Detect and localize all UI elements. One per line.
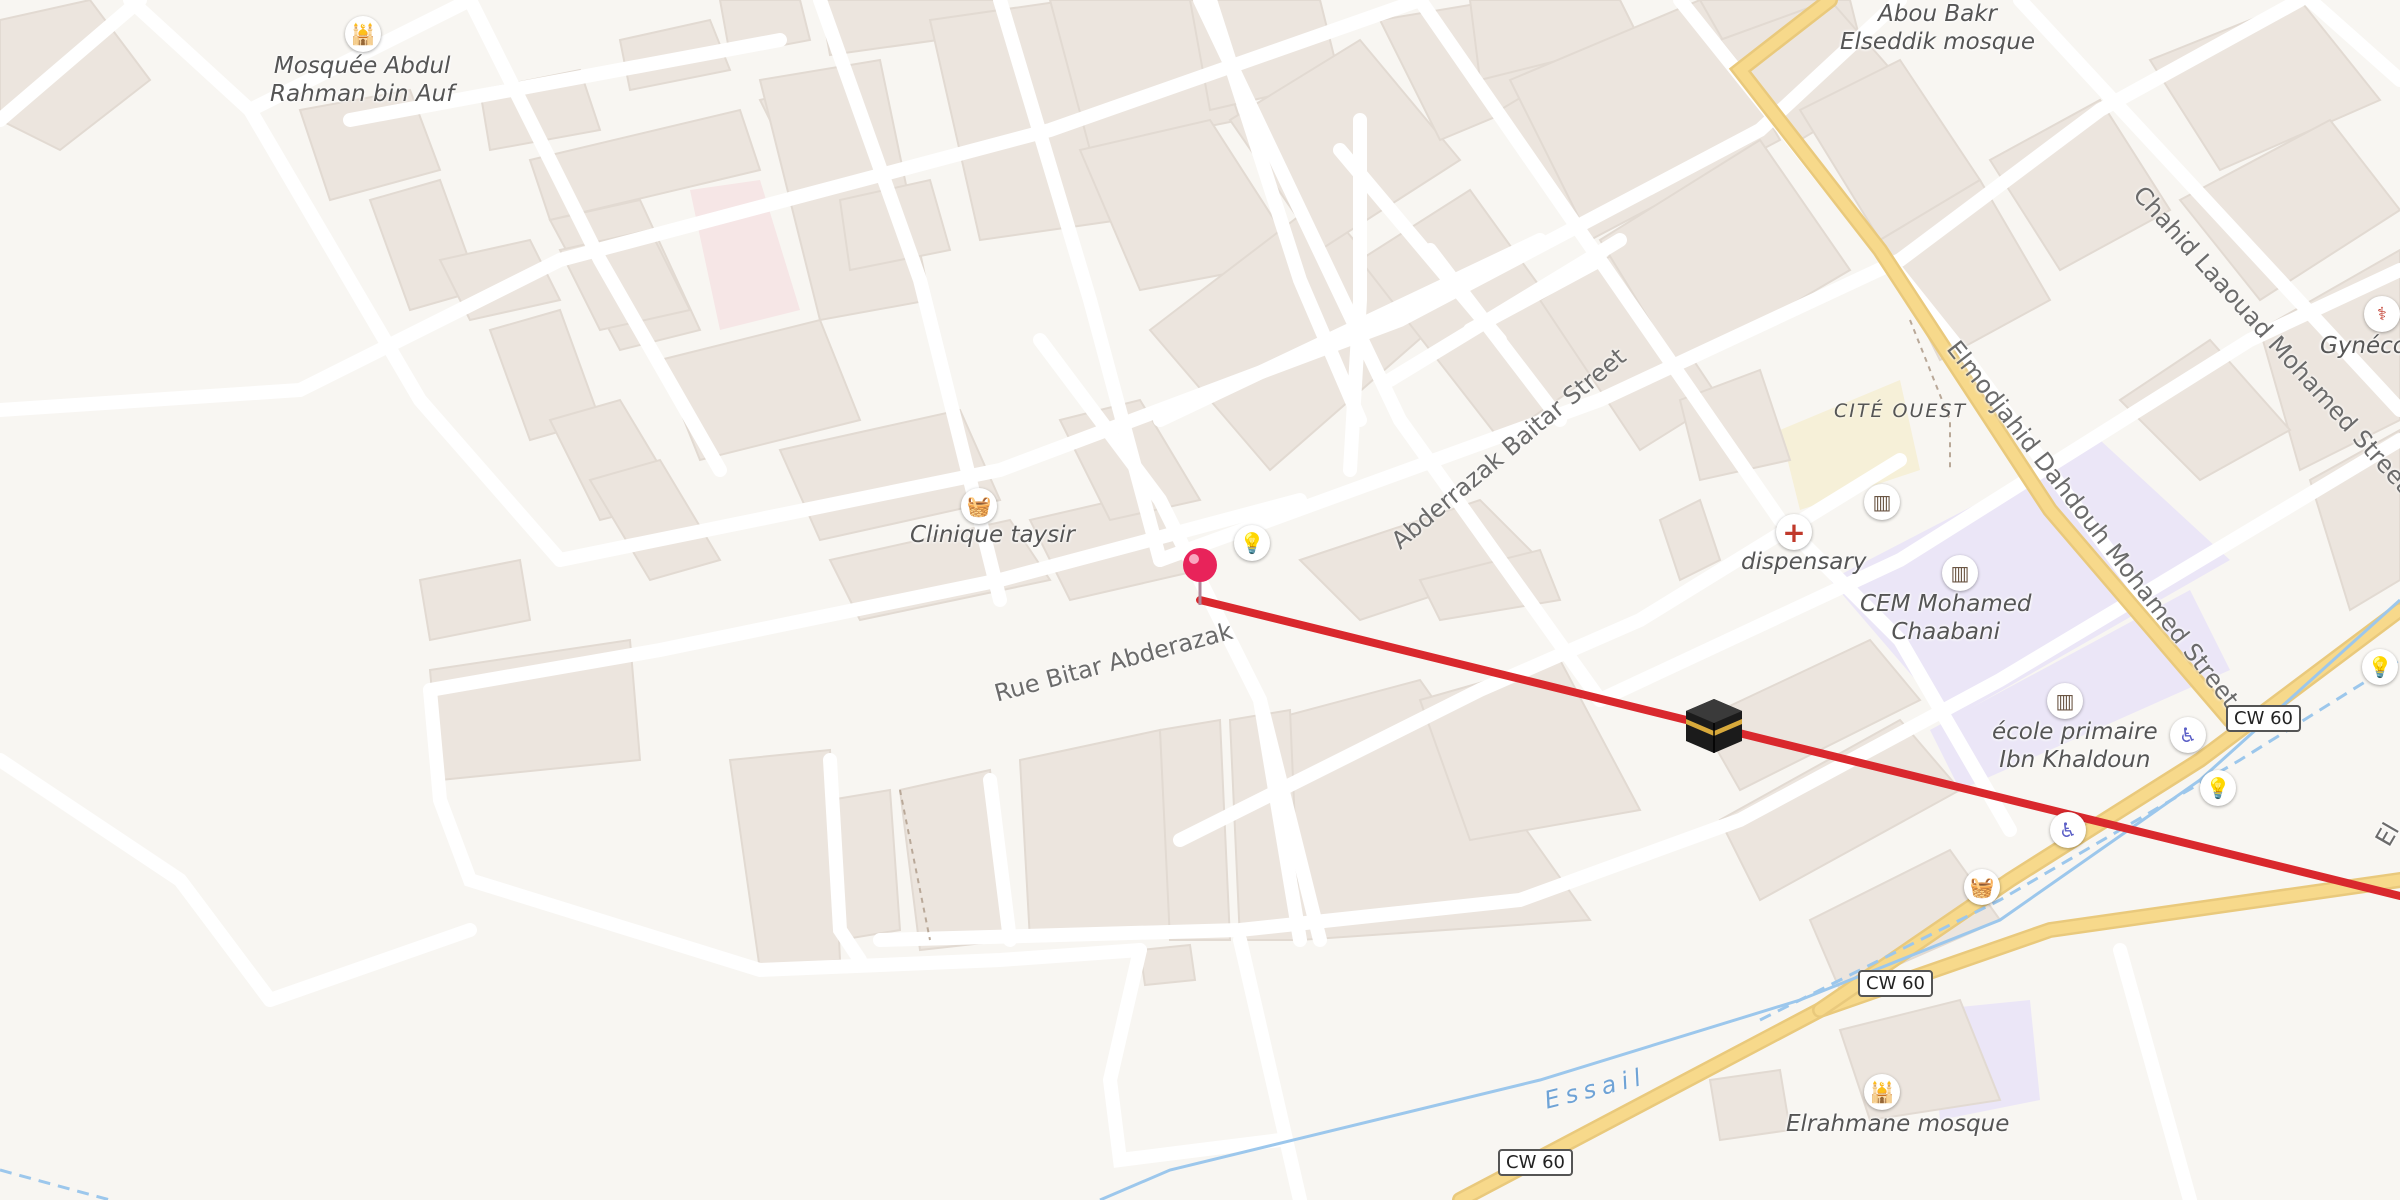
- kaaba-icon[interactable]: [1684, 697, 1744, 755]
- school-icon[interactable]: ▥: [1942, 555, 1978, 591]
- road-shield: CW 60: [1498, 1149, 1573, 1176]
- school-icon[interactable]: ▥: [2047, 683, 2083, 719]
- place-label-gynecol: Gynécol: [2320, 333, 2400, 359]
- place-label-elrahmane: Elrahmane mosque: [1786, 1111, 2010, 1137]
- place-label-cem: CEM Mohamed Chaabani: [1860, 591, 2032, 645]
- road-shield: CW 60: [1858, 970, 1933, 997]
- place-label-clinique: Clinique taysir: [910, 522, 1075, 548]
- place-label-mosque-abdul: Mosquée Abdul Rahman bin Auf: [270, 53, 455, 107]
- wheelchair-icon[interactable]: ♿: [2170, 717, 2206, 753]
- mosque-icon[interactable]: 🕌: [345, 16, 381, 52]
- shop-basket-icon[interactable]: 🧺: [1964, 869, 2000, 905]
- place-label-abou-bakr: Abou Bakr Elseddik mosque: [1840, 1, 2036, 55]
- lamp-icon[interactable]: 💡: [2200, 770, 2236, 806]
- place-label-ecole: école primaire Ibn Khaldoun: [1992, 719, 2158, 773]
- school-icon[interactable]: ▥: [1864, 484, 1900, 520]
- stethoscope-icon[interactable]: ⚕: [2364, 296, 2400, 332]
- road-shield: CW 60: [2226, 705, 2301, 732]
- lamp-icon[interactable]: 💡: [1234, 525, 1270, 561]
- river-dashed-left: [0, 1168, 111, 1200]
- district-label: CITÉ OUEST: [1834, 400, 1968, 422]
- medical-cross-icon[interactable]: +: [1776, 514, 1812, 550]
- mosque-icon[interactable]: 🕌: [1864, 1074, 1900, 1110]
- lamp-icon[interactable]: 💡: [2362, 649, 2398, 685]
- wheelchair-icon[interactable]: ♿: [2050, 812, 2086, 848]
- map-view[interactable]: 🕌 🧺 💡 + ▥ ▥ ▥ ♿ 💡 ♿ 🧺 💡 🕌 ⚕ Mosquée Abdu…: [0, 0, 2400, 1200]
- shop-basket-icon[interactable]: 🧺: [961, 488, 997, 524]
- location-pin-icon[interactable]: [1180, 545, 1220, 607]
- place-label-dispensary: dispensary: [1741, 549, 1867, 575]
